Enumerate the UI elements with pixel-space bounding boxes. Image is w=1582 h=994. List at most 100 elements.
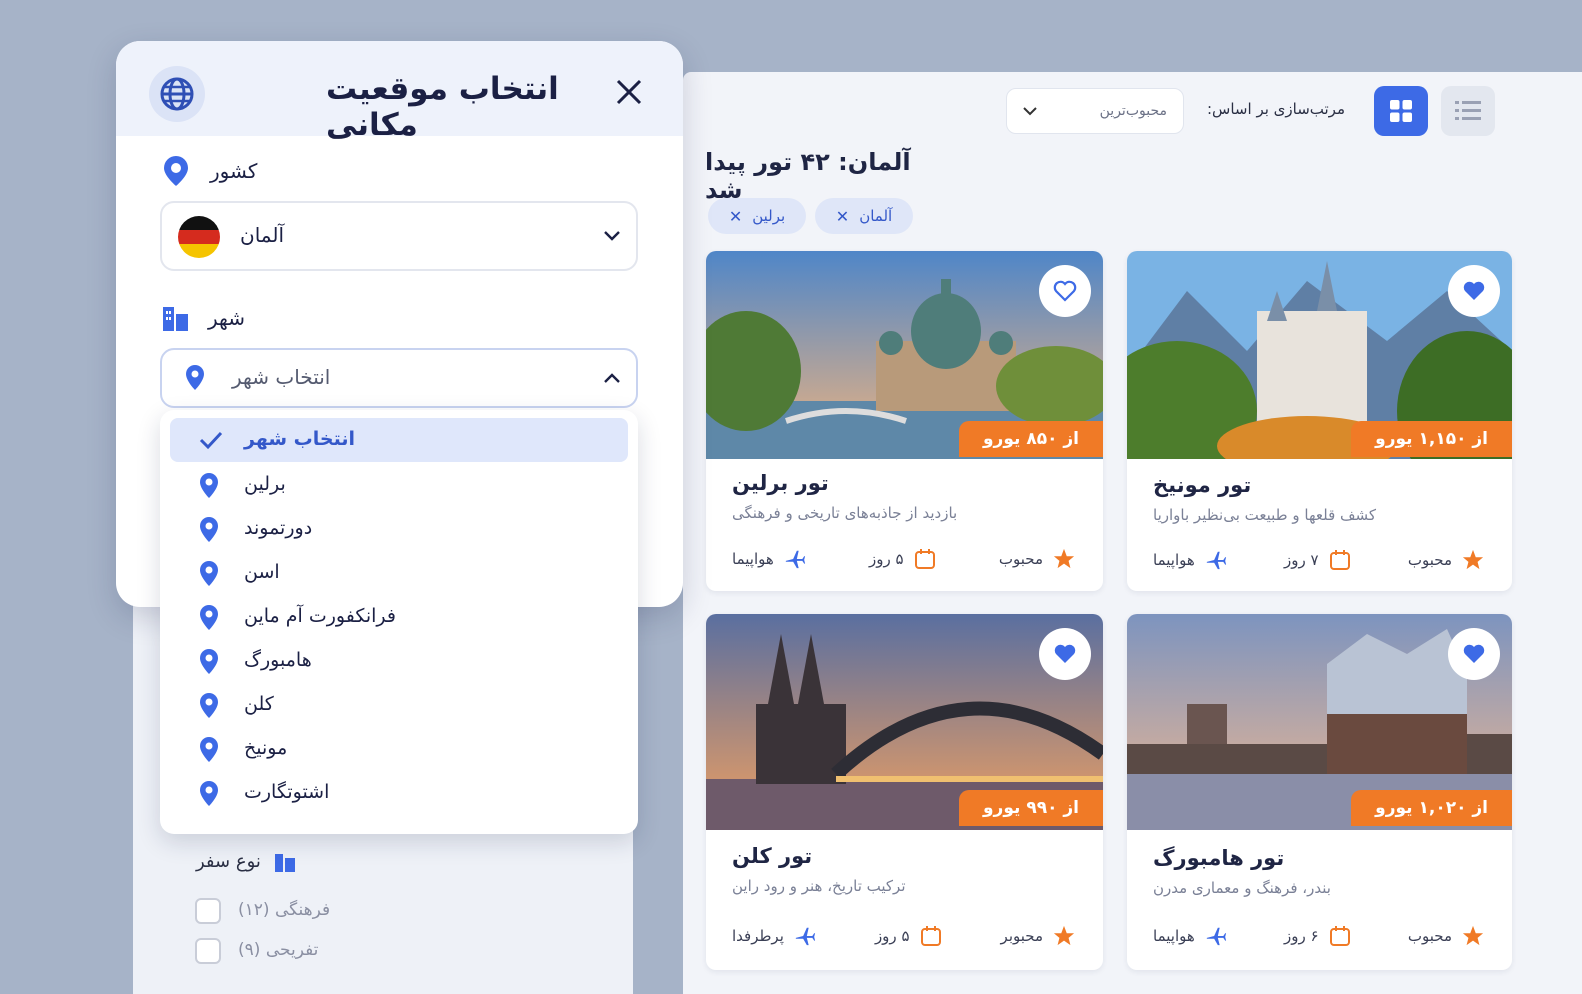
airplane-icon: [1206, 551, 1226, 570]
filter-option-recreational: تفریحی (۹): [238, 940, 319, 960]
city-select[interactable]: انتخاب شهر: [160, 348, 638, 408]
calendar-icon: [914, 549, 935, 569]
tour-description: بازدید از جاذبه‌های تاریخی و فرهنگی: [732, 504, 958, 522]
meta-duration: ۷ روز: [1284, 549, 1351, 571]
map-pin-icon: [200, 649, 218, 674]
heart-icon: [1463, 281, 1485, 300]
tour-description: بندر، فرهنگ و معماری مدرن: [1153, 879, 1331, 897]
chevron-down-icon: [604, 231, 620, 241]
sort-value: محبوب‌ترین: [1099, 103, 1167, 119]
airplane-icon: [795, 927, 815, 946]
favorite-button[interactable]: [1039, 628, 1091, 680]
modal-title: انتخاب موقعیت مکانی: [326, 71, 559, 143]
checkbox-recreational[interactable]: [195, 938, 221, 964]
airplane-icon: [785, 550, 805, 569]
remove-chip-icon[interactable]: ✕: [836, 207, 849, 226]
map-pin-icon: [200, 517, 218, 542]
remove-chip-icon[interactable]: ✕: [729, 207, 742, 226]
meta-tag: محبوب: [1408, 925, 1484, 947]
tour-description: کشف قلعها و طبیعت بی‌نظیر باواریا: [1153, 506, 1377, 524]
tour-description: ترکیب تاریخ، هنر و رود راین: [732, 877, 906, 895]
map-pin-icon: [200, 781, 218, 806]
tour-title: تور کلن: [732, 844, 813, 868]
city-dropdown: انتخاب شهر برلین دورتموند اسن فرانکفورت …: [160, 410, 638, 834]
country-value: آلمان: [240, 223, 284, 247]
city-option-stuttgart[interactable]: اشتوتگارت: [170, 771, 628, 815]
city-option-hamburg[interactable]: هامبورگ: [170, 639, 628, 683]
tour-meta: محبوب ۶ روز هواپیما: [1153, 925, 1484, 947]
tour-meta: محبوب ۷ روز هواپیما: [1153, 549, 1484, 571]
filter-chip-city[interactable]: ✕ برلین: [708, 198, 806, 234]
favorite-button[interactable]: [1448, 265, 1500, 317]
chevron-up-icon: [604, 373, 620, 383]
country-field-label: کشور: [160, 154, 257, 188]
meta-tag: محبوب: [999, 548, 1075, 570]
tour-card-hamburg[interactable]: از ۱,۰۲۰ یورو تور هامبورگ بندر، فرهنگ و …: [1127, 614, 1512, 970]
tour-card-munich[interactable]: از ۱,۱۵۰ یورو تور مونیخ کشف قلعها و طبیع…: [1127, 251, 1512, 591]
city-option-cologne[interactable]: کلن: [170, 683, 628, 727]
city-option-frankfurt[interactable]: فرانکفورت آم ماین: [170, 595, 628, 639]
favorite-button[interactable]: [1039, 265, 1091, 317]
tour-card-cologne[interactable]: از ۹۹۰ یورو تور کلن ترکیب تاریخ، هنر و ر…: [706, 614, 1103, 970]
heart-icon: [1053, 280, 1077, 302]
chip-label: برلین: [752, 207, 786, 225]
calendar-icon: [1329, 926, 1350, 946]
airplane-icon: [1206, 927, 1226, 946]
close-button[interactable]: [611, 74, 647, 110]
meta-transport: پرطرفدا: [732, 925, 816, 947]
country-select[interactable]: آلمان: [160, 201, 638, 271]
filter-option-cultural: فرهنگی (۱۲): [238, 900, 331, 920]
price-badge: از ۸۵۰ یورو: [958, 421, 1103, 457]
city-option-select[interactable]: انتخاب شهر: [170, 418, 628, 462]
map-pin-icon: [200, 737, 218, 762]
chevron-down-icon: [1023, 107, 1037, 116]
star-icon: [1462, 925, 1484, 946]
meta-duration: ۵ روز: [875, 925, 942, 947]
map-pin-icon: [164, 156, 188, 186]
tour-title: تور مونیخ: [1153, 473, 1252, 497]
meta-transport: هواپیما: [732, 548, 806, 570]
calendar-icon: [1329, 550, 1350, 570]
city-option-berlin[interactable]: برلین: [170, 463, 628, 507]
city-placeholder: انتخاب شهر: [232, 365, 331, 389]
tour-card-berlin[interactable]: از ۸۵۰ یورو تور برلین بازدید از جاذبه‌ها…: [706, 251, 1103, 591]
check-icon: [199, 431, 223, 450]
building-icon: [163, 307, 188, 331]
meta-tag: محبوب: [1408, 549, 1484, 571]
star-icon: [1053, 548, 1075, 569]
meta-transport: هواپیما: [1153, 549, 1227, 571]
grid-icon: [1390, 100, 1412, 122]
city-option-munich[interactable]: مونیخ: [170, 727, 628, 771]
heart-icon: [1463, 644, 1485, 663]
price-badge: از ۹۹۰ یورو: [958, 790, 1103, 826]
map-pin-icon: [186, 365, 204, 390]
tour-title: تور برلین: [732, 471, 829, 495]
chip-label: آلمان: [859, 207, 893, 225]
list-view-button[interactable]: [1441, 86, 1495, 136]
star-icon: [1053, 925, 1075, 946]
results-title: آلمان: ۴۲ تور پیدا شد: [705, 148, 911, 204]
map-pin-icon: [200, 605, 218, 630]
meta-transport: هواپیما: [1153, 925, 1227, 947]
star-icon: [1462, 549, 1484, 570]
city-option-essen[interactable]: اسن: [170, 551, 628, 595]
trip-type-heading: نوع سفر: [196, 850, 297, 872]
city-field-label: شهر: [160, 303, 245, 333]
meta-tag: محبوبر: [1001, 925, 1075, 947]
list-icon: [1455, 101, 1481, 120]
grid-view-button[interactable]: [1374, 86, 1428, 136]
filter-chip-country[interactable]: ✕ آلمان: [815, 198, 913, 234]
checkbox-cultural[interactable]: [195, 898, 221, 924]
globe-icon: [149, 66, 205, 122]
tour-meta: محبوب ۵ روز هواپیما: [732, 548, 1075, 570]
city-option-dortmund[interactable]: دورتموند: [170, 507, 628, 551]
map-pin-icon: [200, 693, 218, 718]
building-icon: [274, 854, 295, 872]
sort-select[interactable]: محبوب‌ترین: [1006, 88, 1184, 134]
favorite-button[interactable]: [1448, 628, 1500, 680]
meta-duration: ۵ روز: [869, 548, 936, 570]
map-pin-icon: [200, 473, 218, 498]
heart-icon: [1054, 644, 1076, 663]
map-pin-icon: [200, 561, 218, 586]
meta-duration: ۶ روز: [1284, 925, 1351, 947]
